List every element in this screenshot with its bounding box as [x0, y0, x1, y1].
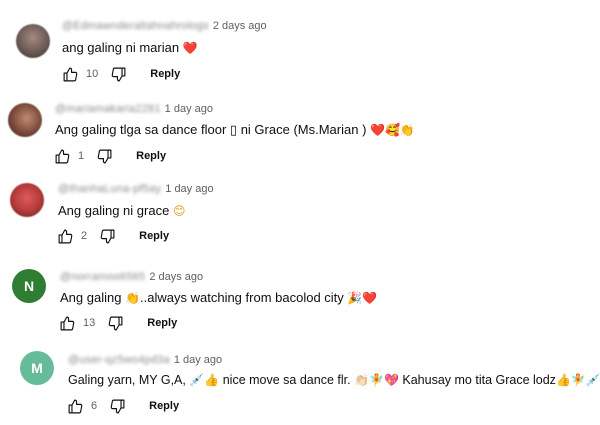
comment-text-body: Ang galing	[60, 290, 122, 305]
comment-text-continued-2: Kahusay mo tita Grace lodz	[402, 373, 556, 387]
heart-emoji: ❤️	[182, 41, 198, 55]
avatar-letter: N	[23, 278, 35, 294]
comment-1: @Edmawnderaltahnahrologs 2 days ago ang g…	[0, 10, 600, 94]
comment-header: @user-qz5wo4pd3a 1 day ago	[68, 354, 222, 366]
comment-header: @mariamakaria2281 1 day ago	[55, 103, 213, 115]
comment-4: N @norramoo6565 2 days ago Ang galing 👏..…	[0, 263, 600, 347]
timestamp[interactable]: 2 days ago	[149, 271, 203, 283]
emoji-group: 👍🧚💉	[555, 373, 600, 387]
author-handle[interactable]: @thanhaLuna-pf5ay	[58, 183, 161, 195]
comment-text: Ang galing 👏..always watching from bacol…	[60, 290, 377, 305]
comment-header: @Edmawnderaltahnahrologs 2 days ago	[62, 20, 267, 32]
unsupported-glyph: ▯	[229, 122, 238, 137]
emoji-group: 🎉❤️	[347, 291, 378, 305]
reply-button[interactable]: Reply	[147, 317, 177, 329]
avatar[interactable]	[10, 183, 44, 217]
thumbs-down-icon[interactable]	[94, 146, 114, 166]
author-handle[interactable]: @mariamakaria2281	[55, 103, 161, 115]
comment-5: M @user-qz5wo4pd3a 1 day ago Galing yarn,…	[0, 345, 600, 425]
reply-button[interactable]: Reply	[149, 400, 179, 412]
reply-button[interactable]: Reply	[150, 68, 180, 80]
thumbs-down-icon[interactable]	[105, 313, 125, 333]
like-count: 10	[86, 68, 99, 80]
comment-text-body: ang galing ni marian	[62, 40, 180, 55]
avatar[interactable]	[16, 24, 50, 58]
timestamp[interactable]: 1 day ago	[165, 183, 213, 195]
reply-button[interactable]: Reply	[139, 230, 169, 242]
comment-actions: 2 Reply	[55, 226, 169, 246]
thumbs-up-icon[interactable]	[55, 226, 75, 246]
thumbs-up-icon[interactable]	[60, 64, 80, 84]
avatar[interactable]: N	[12, 269, 46, 303]
clap-emoji: 👏	[125, 291, 141, 305]
timestamp[interactable]: 1 day ago	[174, 354, 222, 366]
comment-header: @norramoo6565 2 days ago	[60, 271, 203, 283]
comment-header: @thanhaLuna-pf5ay 1 day ago	[58, 183, 214, 195]
thumbs-up-icon[interactable]	[52, 146, 72, 166]
like-count: 1	[78, 150, 85, 162]
comment-text: Ang galing ni grace 😊	[58, 203, 185, 218]
timestamp[interactable]: 2 days ago	[213, 20, 267, 32]
avatar[interactable]	[8, 103, 42, 137]
thumbs-up-icon[interactable]	[65, 396, 85, 416]
comment-actions: 6 Reply	[65, 396, 179, 416]
emoji-group: ❤️🥰👏	[370, 123, 415, 137]
comment-text-continued: ..always watching from bacolod city	[140, 290, 344, 305]
comment-actions: 1 Reply	[52, 146, 166, 166]
thumbs-down-icon[interactable]	[108, 64, 128, 84]
like-count: 6	[91, 400, 98, 412]
emoji-group: 👏🏻🧚💖	[354, 373, 399, 387]
like-count: 2	[81, 230, 88, 242]
comment-text: ang galing ni marian ❤️	[62, 40, 198, 55]
timestamp[interactable]: 1 day ago	[165, 103, 213, 115]
thumbs-down-icon[interactable]	[97, 226, 117, 246]
comment-text-body: Galing yarn, MY G,A,	[68, 373, 186, 387]
comment-actions: 10 Reply	[60, 64, 180, 84]
emoji-group: 💉👍	[189, 373, 220, 387]
comment-text-continued: nice move sa dance flr.	[222, 373, 351, 387]
comment-text-body: Ang galing tlga sa dance floor	[55, 122, 227, 137]
comment-text-body: Ang galing ni grace	[58, 203, 170, 218]
smile-emoji: 😊	[172, 204, 186, 218]
like-count: 13	[83, 317, 96, 329]
author-handle[interactable]: @user-qz5wo4pd3a	[68, 354, 170, 366]
avatar-letter: M	[31, 360, 43, 376]
comment-2: @mariamakaria2281 1 day ago Ang galing tl…	[0, 93, 600, 177]
comment-actions: 13 Reply	[57, 313, 177, 333]
reply-button[interactable]: Reply	[136, 150, 166, 162]
avatar[interactable]: M	[20, 351, 54, 385]
comment-3: @thanhaLuna-pf5ay 1 day ago Ang galing ni…	[0, 175, 600, 259]
thumbs-up-icon[interactable]	[57, 313, 77, 333]
comment-text: Galing yarn, MY G,A, 💉👍 nice move sa dan…	[68, 373, 600, 387]
thumbs-down-icon[interactable]	[107, 396, 127, 416]
author-handle[interactable]: @norramoo6565	[60, 271, 145, 283]
comment-text-continued: ni Grace (Ms.Marian )	[240, 122, 367, 137]
author-handle[interactable]: @Edmawnderaltahnahrologs	[62, 20, 209, 32]
comment-text: Ang galing tlga sa dance floor ▯ ni Grac…	[55, 122, 415, 138]
